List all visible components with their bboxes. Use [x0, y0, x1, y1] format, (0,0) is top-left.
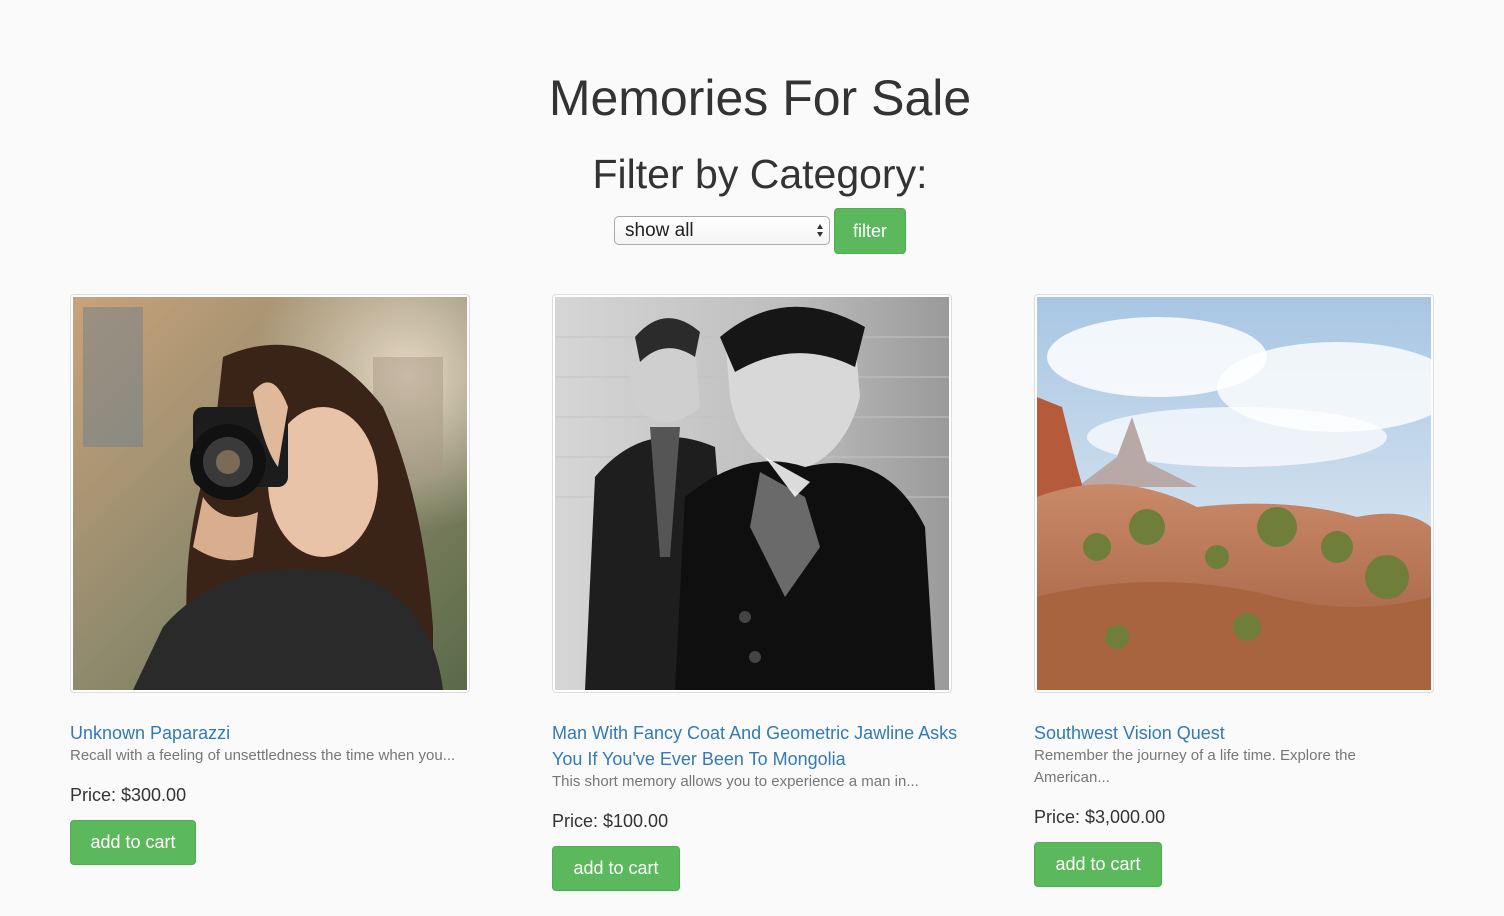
product-description: Remember the journey of a life time. Exp…	[1034, 747, 1356, 786]
add-to-cart-button[interactable]: add to cart	[1034, 842, 1162, 887]
filter-button[interactable]: filter	[834, 208, 906, 254]
filter-heading: Filter by Category:	[592, 151, 928, 197]
product-title[interactable]: Unknown Paparazzi	[70, 720, 490, 746]
product-description: Recall with a feeling of unsettledness t…	[70, 747, 456, 764]
photographer-photo	[73, 297, 467, 690]
category-select[interactable]: show all	[614, 216, 830, 245]
product-description: This short memory allows you to experien…	[552, 773, 919, 790]
add-to-cart-button[interactable]: add to cart	[552, 846, 680, 891]
product-title[interactable]: Southwest Vision Quest	[1034, 720, 1454, 746]
canyon-landscape-photo	[1037, 297, 1431, 690]
product-image[interactable]	[1034, 294, 1434, 693]
select-arrows-icon	[817, 224, 823, 237]
product-image[interactable]	[70, 294, 470, 693]
product-price: Price: $100.00	[552, 811, 669, 831]
product-title[interactable]: Man With Fancy Coat And Geometric Jawlin…	[552, 720, 972, 772]
product-price: Price: $300.00	[70, 785, 187, 805]
page-title: Memories For Sale	[548, 70, 972, 126]
page: Memories For Sale Filter by Category: sh…	[0, 0, 1504, 916]
add-to-cart-button[interactable]: add to cart	[70, 820, 196, 865]
men-in-coats-photo	[555, 297, 949, 690]
product-price: Price: $3,000.00	[1034, 807, 1166, 827]
category-select-value: show all	[625, 220, 694, 241]
product-image[interactable]	[552, 294, 952, 693]
